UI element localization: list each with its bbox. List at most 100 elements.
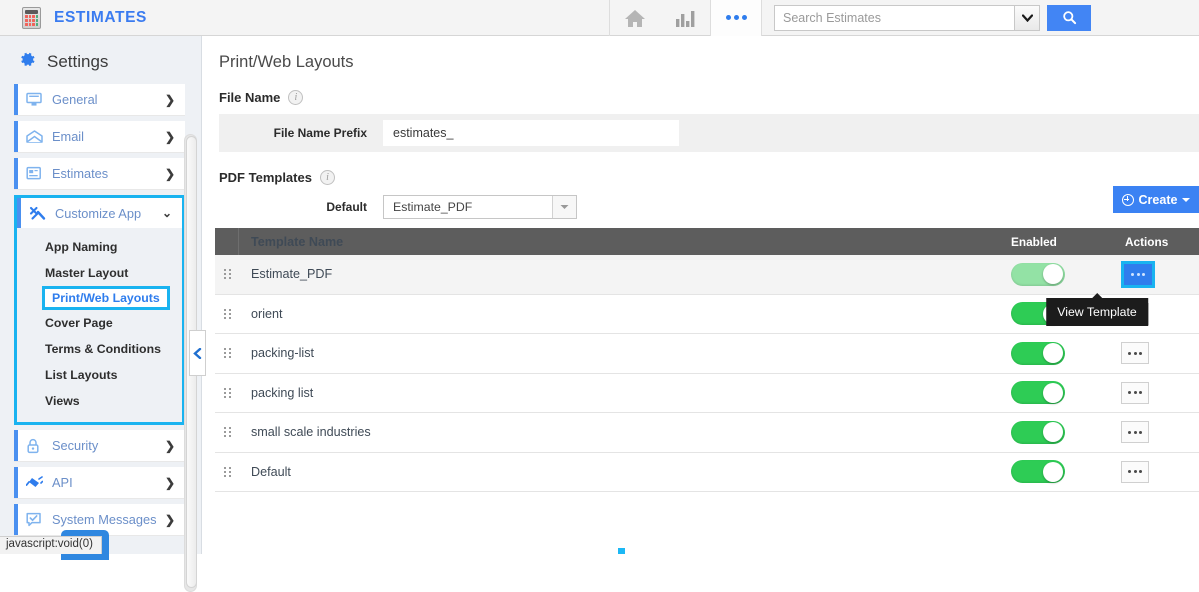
sidebar-item-label: General: [52, 92, 165, 107]
document-icon: [26, 166, 46, 181]
sidebar-item-app-naming[interactable]: App Naming: [17, 234, 182, 260]
cell-enabled: [1011, 460, 1121, 483]
sidebar-item-label: Customize App: [55, 206, 162, 221]
row-actions-button[interactable]: [1121, 342, 1149, 364]
cell-template-name: packing list: [239, 386, 1011, 400]
table-header-row: Template Name Enabled Actions: [215, 228, 1199, 255]
sidebar-item-print-web-layouts[interactable]: Print/Web Layouts: [42, 286, 170, 310]
sidebar-item-label: Email: [52, 129, 165, 144]
cell-template-name: Estimate_PDF: [239, 267, 1011, 281]
table-row[interactable]: Default: [215, 453, 1199, 493]
plug-glyph: [26, 475, 43, 490]
table-row[interactable]: small scale industries: [215, 413, 1199, 453]
create-button[interactable]: Create: [1113, 186, 1199, 213]
sidebar-item-master-layout[interactable]: Master Layout: [17, 260, 182, 286]
chevron-down-icon: ⌄: [162, 206, 172, 220]
sidebar-item-security[interactable]: Security ❯: [14, 430, 185, 462]
drag-handle-icon[interactable]: [215, 388, 239, 398]
sidebar-item-api[interactable]: API ❯: [14, 467, 185, 499]
file-name-section-header: File Name i: [203, 72, 1199, 105]
sidebar-item-label: Security: [52, 438, 165, 453]
bar-chart-glyph: [674, 8, 696, 28]
home-glyph: [624, 8, 646, 28]
drag-handle-icon[interactable]: [215, 348, 239, 358]
default-template-value: Estimate_PDF: [384, 200, 552, 214]
enabled-toggle[interactable]: [1011, 460, 1065, 483]
chevron-down-icon: [1022, 14, 1033, 22]
caret-down-glyph: [560, 204, 569, 210]
drag-handle-icon[interactable]: [215, 467, 239, 477]
sidebar-nav: General ❯ Email ❯: [0, 84, 201, 536]
table-row[interactable]: packing list: [215, 374, 1199, 414]
row-actions-button[interactable]: [1121, 461, 1149, 483]
row-actions-button[interactable]: [1121, 261, 1155, 288]
sidebar-item-views[interactable]: Views: [17, 388, 182, 414]
sidebar-item-customize-app[interactable]: Customize App ⌄: [17, 198, 182, 228]
templates-table: Template Name Enabled Actions Estimate_P…: [215, 228, 1199, 492]
enabled-toggle[interactable]: [1011, 421, 1065, 444]
sidebar-collapse-handle[interactable]: [189, 330, 206, 376]
table-row[interactable]: packing-list: [215, 334, 1199, 374]
cell-enabled: [1011, 381, 1121, 404]
sidebar-header: Settings: [0, 36, 201, 84]
cell-enabled: [1011, 342, 1121, 365]
chevron-left-icon: [193, 348, 202, 359]
envelope-glyph: [26, 130, 43, 144]
cell-actions: [1121, 461, 1199, 483]
cell-actions: [1121, 342, 1199, 364]
plug-icon: [26, 475, 46, 490]
bar-chart-icon[interactable]: [660, 0, 710, 36]
monitor-icon: [26, 92, 46, 107]
sidebar-group-customize-app: Customize App ⌄ App Naming Master Layout…: [14, 195, 185, 425]
row-actions-button[interactable]: [1121, 382, 1149, 404]
search-scope-dropdown[interactable]: [1014, 5, 1040, 31]
chevron-right-icon: ❯: [165, 513, 175, 527]
drag-handle-icon[interactable]: [215, 427, 239, 437]
sidebar-item-general[interactable]: General ❯: [14, 84, 185, 116]
sidebar-item-email[interactable]: Email ❯: [14, 121, 185, 153]
search-input[interactable]: [774, 5, 1014, 31]
default-template-label: Default: [219, 200, 367, 214]
drag-handle-icon[interactable]: [215, 269, 239, 279]
search-button[interactable]: [1047, 5, 1091, 31]
header-cell-actions: Actions: [1121, 235, 1199, 249]
enabled-toggle[interactable]: [1011, 342, 1065, 365]
lock-icon: [26, 438, 46, 454]
info-icon[interactable]: i: [320, 170, 335, 185]
wrench-icon: [29, 206, 49, 221]
loading-indicator: [618, 548, 625, 554]
sidebar-submenu: App Naming Master Layout Print/Web Layou…: [17, 228, 182, 422]
sidebar-item-estimates[interactable]: Estimates ❯: [14, 158, 185, 190]
sidebar-item-list-layouts[interactable]: List Layouts: [17, 362, 182, 388]
gear-icon: [18, 50, 37, 74]
sidebar-item-label: System Messages: [52, 513, 165, 526]
cell-template-name: small scale industries: [239, 425, 1011, 439]
gear-glyph: [18, 50, 37, 69]
info-icon[interactable]: i: [288, 90, 303, 105]
page-title: Print/Web Layouts: [203, 36, 1199, 72]
table-row[interactable]: Estimate_PDF: [215, 255, 1199, 295]
cell-enabled: [1011, 263, 1121, 286]
sidebar-item-cover-page[interactable]: Cover Page: [17, 310, 182, 336]
enabled-toggle[interactable]: [1011, 381, 1065, 404]
more-menu-button[interactable]: [710, 0, 762, 36]
cell-actions: [1121, 382, 1199, 404]
chevron-right-icon: ❯: [165, 476, 175, 490]
plus-circle-icon: [1122, 194, 1134, 206]
file-name-prefix-input[interactable]: [383, 120, 679, 146]
file-name-prefix-label: File Name Prefix: [219, 126, 367, 140]
sidebar-item-terms-conditions[interactable]: Terms & Conditions: [17, 336, 182, 362]
row-actions-button[interactable]: [1121, 421, 1149, 443]
file-name-section-label: File Name: [219, 90, 280, 105]
search-icon: [1062, 10, 1077, 25]
drag-handle-icon[interactable]: [215, 309, 239, 319]
default-template-select[interactable]: Estimate_PDF: [383, 195, 577, 219]
pdf-templates-section-label: PDF Templates: [219, 170, 312, 185]
header-cell-handle: [215, 228, 239, 255]
enabled-toggle[interactable]: [1011, 263, 1065, 286]
app-title: ESTIMATES: [54, 9, 147, 27]
cell-template-name: packing-list: [239, 346, 1011, 360]
home-icon[interactable]: [610, 0, 660, 36]
tooltip: View Template: [1046, 298, 1148, 326]
search-area: [774, 5, 1091, 31]
